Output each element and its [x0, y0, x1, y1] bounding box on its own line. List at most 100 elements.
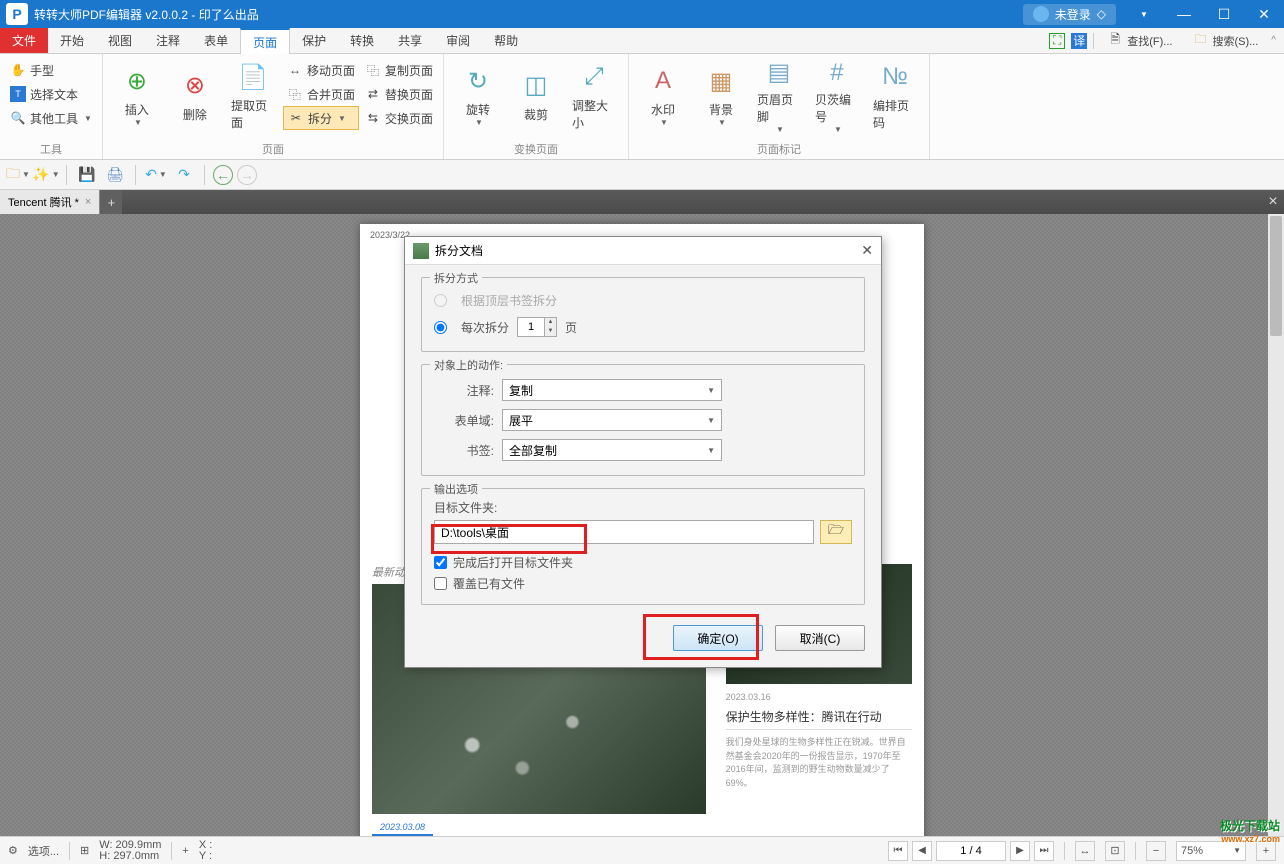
background-btn[interactable]: ▦背景▼ [693, 58, 749, 134]
scrollbar-thumb[interactable] [1270, 216, 1282, 336]
save-button[interactable]: 💾 [75, 163, 99, 187]
header-footer-btn[interactable]: ▤页眉页脚▼ [751, 58, 807, 134]
replace-page[interactable]: ⇄替换页面 [361, 82, 437, 106]
replace-icon: ⇄ [365, 86, 381, 102]
bates-btn[interactable]: #贝茨编号▼ [809, 58, 865, 134]
cancel-button[interactable]: 取消(C) [775, 625, 865, 651]
close-all-tabs[interactable]: × [1262, 190, 1284, 214]
fit-width[interactable]: ↔ [1075, 841, 1095, 861]
menu-share[interactable]: 共享 [386, 28, 434, 53]
background-icon: ▦ [705, 65, 737, 97]
print-button[interactable]: 🖨 [103, 163, 127, 187]
last-page[interactable]: ⏭ [1034, 841, 1054, 861]
watermark-btn[interactable]: A水印▼ [635, 58, 691, 134]
folder-search-icon: 🗀 [1192, 33, 1208, 49]
undo-button[interactable]: ↶▼ [144, 163, 168, 187]
close-tab-icon[interactable]: × [85, 196, 91, 208]
window-dropdown[interactable]: ▼ [1124, 0, 1164, 28]
dialog-close-icon[interactable]: ✕ [861, 242, 873, 259]
extract-page[interactable]: 📄 提取页面 [225, 58, 281, 134]
first-page[interactable]: ⏮ [888, 841, 908, 861]
menu-start[interactable]: 开始 [48, 28, 96, 53]
move-page[interactable]: ↔移动页面 [283, 58, 359, 82]
open-after-checkbox[interactable] [434, 556, 447, 569]
redo-button[interactable]: ↷ [172, 163, 196, 187]
zoom-combo[interactable]: 75%▼ [1176, 841, 1246, 861]
ok-button[interactable]: 确定(O) [673, 625, 763, 651]
close-button[interactable]: ✕ [1244, 0, 1284, 28]
hand-tool[interactable]: ✋手型 [6, 58, 96, 82]
resize-page[interactable]: ⤢调整大小 [566, 58, 622, 134]
split-count-spinner[interactable]: ▲▼ [517, 317, 557, 337]
watermark-icon: A [647, 65, 679, 97]
split-page[interactable]: ✂拆分▼ [283, 106, 359, 130]
nav-back-button[interactable]: ← [213, 165, 233, 185]
fit-page[interactable]: ⊡ [1105, 841, 1125, 861]
article2-date: 2023.03.16 [726, 692, 912, 702]
prev-page[interactable]: ◀ [912, 841, 932, 861]
split-count-input[interactable] [518, 318, 544, 336]
dialog-title-text: 拆分文档 [435, 242, 483, 259]
other-tools[interactable]: 🔍其他工具▼ [6, 106, 96, 130]
overwrite-checkbox[interactable] [434, 577, 447, 590]
menu-annotate[interactable]: 注释 [144, 28, 192, 53]
fit-icon[interactable]: ⛶ [1049, 33, 1065, 49]
search-button[interactable]: 🗀 搜索(S)... [1185, 30, 1265, 52]
menu-pages[interactable]: 页面 [240, 28, 290, 54]
insert-icon: ⊕ [121, 65, 153, 97]
browse-button[interactable]: 🗁 [820, 520, 852, 544]
minimize-button[interactable]: — [1164, 0, 1204, 28]
folder-path-input[interactable] [434, 520, 814, 544]
radio-by-bookmark[interactable]: 根据顶层书签拆分 [434, 288, 852, 313]
collapse-ribbon-icon[interactable]: ^ [1271, 35, 1276, 46]
merge-page[interactable]: ⿻合并页面 [283, 82, 359, 106]
menu-help[interactable]: 帮助 [482, 28, 530, 53]
menu-view[interactable]: 视图 [96, 28, 144, 53]
zoom-in[interactable]: + [1256, 841, 1276, 861]
dialog-titlebar[interactable]: 拆分文档 ✕ [405, 237, 881, 265]
menu-protect[interactable]: 保护 [290, 28, 338, 53]
swap-icon: ⇆ [365, 110, 381, 126]
swap-page[interactable]: ⇆交换页面 [361, 106, 437, 130]
maximize-button[interactable]: ☐ [1204, 0, 1244, 28]
overwrite-check[interactable]: 覆盖已有文件 [434, 573, 852, 594]
annotation-combo[interactable]: 复制▼ [502, 379, 722, 401]
menu-forms[interactable]: 表单 [192, 28, 240, 53]
next-page[interactable]: ▶ [1010, 841, 1030, 861]
menu-convert[interactable]: 转换 [338, 28, 386, 53]
radio-bookmark-input [434, 294, 447, 307]
select-text-tool[interactable]: T选择文本 [6, 82, 96, 106]
user-status[interactable]: 未登录 ◇ [1023, 4, 1116, 25]
zoom-out[interactable]: − [1146, 841, 1166, 861]
menu-file[interactable]: 文件 [0, 28, 48, 53]
options-label[interactable]: 选项... [28, 843, 59, 859]
nav-forward-button[interactable]: → [237, 165, 257, 185]
page-number-btn[interactable]: №编排页码 [867, 58, 923, 134]
radio-each-input[interactable] [434, 321, 447, 334]
rotate-page[interactable]: ↻旋转▼ [450, 58, 506, 134]
merge-icon: ⿻ [287, 86, 303, 102]
radio-each-split[interactable]: 每次拆分 ▲▼ 页 [434, 313, 852, 341]
crop-page[interactable]: ◫裁剪 [508, 58, 564, 134]
open-after-check[interactable]: 完成后打开目标文件夹 [434, 552, 852, 573]
insert-page[interactable]: ⊕ 插入▼ [109, 58, 165, 134]
formfield-combo[interactable]: 展平▼ [502, 409, 722, 431]
copy-page[interactable]: ⿻复制页面 [361, 58, 437, 82]
header-footer-icon: ▤ [763, 58, 795, 87]
page-number-input[interactable] [936, 841, 1006, 861]
open-button[interactable]: 🗀▼ [6, 163, 30, 187]
output-legend: 输出选项 [430, 481, 482, 497]
delete-page[interactable]: ⊗ 删除 [167, 58, 223, 134]
doc-tab-active[interactable]: Tencent 腾讯 * × [0, 190, 100, 214]
add-tab-button[interactable]: + [100, 190, 122, 214]
menu-review[interactable]: 审阅 [434, 28, 482, 53]
vertical-scrollbar[interactable] [1268, 214, 1284, 836]
spinner-down[interactable]: ▼ [545, 327, 556, 336]
translate-icon[interactable]: 译 [1071, 33, 1087, 49]
new-button[interactable]: ✨▼ [34, 163, 58, 187]
find-button[interactable]: 🗎 查找(F)... [1100, 30, 1179, 52]
page-width: W: 209.9mm [99, 840, 161, 851]
bookmark-combo[interactable]: 全部复制▼ [502, 439, 722, 461]
spinner-up[interactable]: ▲ [545, 318, 556, 327]
gear-icon[interactable]: ⚙ [8, 844, 18, 857]
